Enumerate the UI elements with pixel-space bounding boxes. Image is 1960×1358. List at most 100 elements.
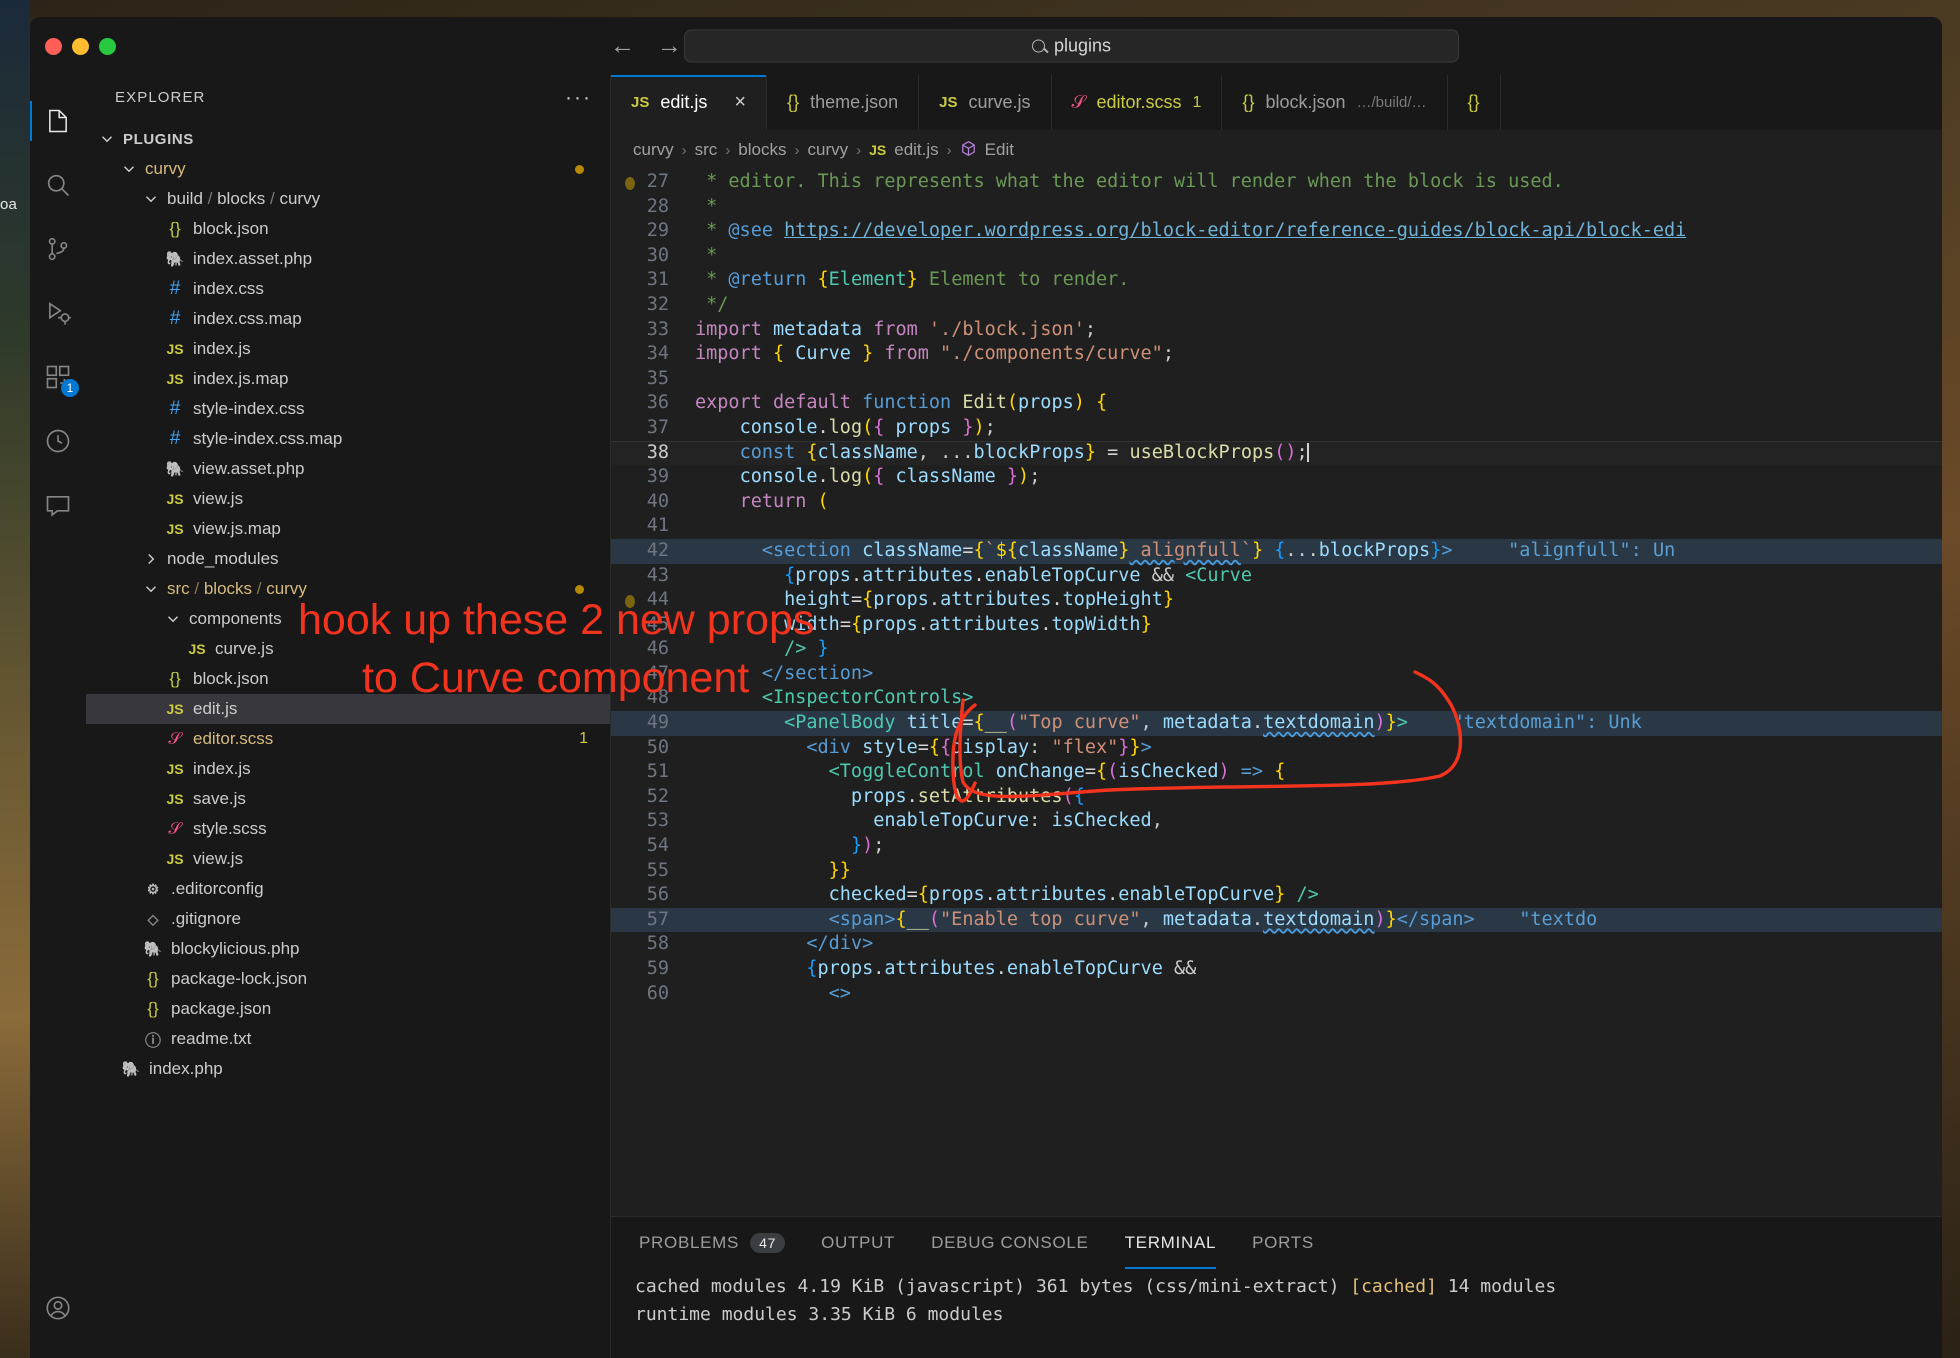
terminal-output[interactable]: cached modules 4.19 KiB (javascript) 361… xyxy=(611,1269,1942,1358)
code-line-42[interactable]: 42 <section className={`${className} ali… xyxy=(611,538,1942,564)
code-line-35[interactable]: 35 xyxy=(611,367,1942,392)
code-line-30[interactable]: 30 * xyxy=(611,244,1942,269)
go-forward-icon[interactable]: → xyxy=(657,33,682,59)
tree-item-style-scss[interactable]: 𝒮style.scss xyxy=(86,814,610,844)
editor-tabbar[interactable]: JS edit.js × {} theme.json JS curve.js 𝒮editor.… xyxy=(611,75,1942,130)
code-line-29[interactable]: 29 * @see https://developer.wordpress.or… xyxy=(611,219,1942,244)
tree-item-editor-scss[interactable]: 𝒮editor.scss 1 xyxy=(86,724,610,754)
code-line-34[interactable]: 34 import { Curve } from "./components/cu… xyxy=(611,342,1942,367)
tree-item-index-js[interactable]: JS index.js xyxy=(86,334,610,364)
editor-tab-curve-js[interactable]: JS curve.js xyxy=(919,75,1052,130)
tree-item-components[interactable]: components xyxy=(86,604,610,634)
breadcrumb-item-1[interactable]: src xyxy=(695,140,718,160)
code-line-48[interactable]: 48 <InspectorControls> xyxy=(611,686,1942,711)
breadcrumb-item-2[interactable]: blocks xyxy=(738,140,786,160)
editor-tab-edit-js[interactable]: JS edit.js × xyxy=(611,75,768,130)
tree-item-view-js[interactable]: JS view.js xyxy=(86,844,610,874)
breadcrumb-item-3[interactable]: curvy xyxy=(807,140,848,160)
code-lines[interactable]: 27 * editor. This represents what the ed… xyxy=(611,170,1942,1006)
tree-item-style-index-css[interactable]: # style-index.css xyxy=(86,394,610,424)
tree-item-block-json[interactable]: {} block.json xyxy=(86,214,610,244)
breadcrumb[interactable]: curvy › src › blocks › curvy › JS edit.j… xyxy=(611,130,1942,170)
close-tab-icon[interactable]: × xyxy=(734,91,746,114)
panel-tab-debug-console[interactable]: DEBUG CONSOLE xyxy=(931,1217,1088,1269)
close-window-button[interactable] xyxy=(45,37,62,55)
tree-item-blockylicious-php[interactable]: 🐘 blockylicious.php xyxy=(86,934,610,964)
breadcrumb-item-5[interactable]: Edit xyxy=(985,140,1014,160)
code-line-45[interactable]: 45 width={props.attributes.topWidth} xyxy=(611,613,1942,638)
code-line-38[interactable]: 38 const {className, ...blockProps} = us… xyxy=(611,440,1942,466)
code-line-31[interactable]: 31 * @return {Element} Element to render… xyxy=(611,268,1942,293)
code-line-27[interactable]: 27 * editor. This represents what the ed… xyxy=(611,170,1942,195)
tree-item-build-blocks-curvy[interactable]: build / blocks / curvy xyxy=(86,184,610,214)
code-line-40[interactable]: 40 return ( xyxy=(611,490,1942,515)
tree-item-node-modules[interactable]: node_modules xyxy=(86,544,610,574)
editor-tab-editor-scss[interactable]: 𝒮editor.scss 1 xyxy=(1051,75,1223,130)
code-line-37[interactable]: 37 console.log({ props }); xyxy=(611,416,1942,441)
command-center-search[interactable]: plugins xyxy=(684,29,1459,63)
tree-item-edit-js[interactable]: JS edit.js xyxy=(86,694,610,724)
breadcrumb-item-4[interactable]: edit.js xyxy=(894,140,938,160)
activity-item-accounts[interactable] xyxy=(30,1276,86,1340)
code-line-36[interactable]: 36 export default function Edit(props) { xyxy=(611,391,1942,416)
code-line-28[interactable]: 28 * xyxy=(611,195,1942,220)
tree-item-save-js[interactable]: JS save.js xyxy=(86,784,610,814)
code-line-56[interactable]: 56 checked={props.attributes.enableTopCu… xyxy=(611,883,1942,908)
tree-item-curvy[interactable]: curvy xyxy=(86,154,610,184)
tree-item-index-css-map[interactable]: # index.css.map xyxy=(86,304,610,334)
code-line-32[interactable]: 32 */ xyxy=(611,293,1942,318)
tree-item--editorconfig[interactable]: ⚙ .editorconfig xyxy=(86,874,610,904)
panel-tab-problems[interactable]: PROBLEMS 47 xyxy=(639,1217,786,1269)
go-back-icon[interactable]: ← xyxy=(610,33,635,59)
editor-tab-block-json[interactable]: {} block.json …/build/… xyxy=(1222,75,1448,130)
code-line-41[interactable]: 41 xyxy=(611,514,1942,539)
tree-item-index-php[interactable]: 🐘 index.php xyxy=(86,1054,610,1084)
tree-item--gitignore[interactable]: ◇ .gitignore xyxy=(86,904,610,934)
code-line-53[interactable]: 53 enableTopCurve: isChecked, xyxy=(611,809,1942,834)
editor-tab-theme-json[interactable]: {} theme.json xyxy=(767,75,920,130)
code-line-33[interactable]: 33 import metadata from './block.json'; xyxy=(611,318,1942,343)
activity-item-comments[interactable] xyxy=(30,473,86,537)
panel-tab-output[interactable]: OUTPUT xyxy=(821,1217,895,1269)
code-line-59[interactable]: 59 {props.attributes.enableTopCurve && xyxy=(611,957,1942,982)
maximize-window-button[interactable] xyxy=(99,37,116,55)
activity-item-testing[interactable] xyxy=(30,409,86,473)
code-line-49[interactable]: 49 <PanelBody title={__("Top curve", met… xyxy=(611,711,1942,736)
code-line-52[interactable]: 52 props.setAttributes({ xyxy=(611,785,1942,810)
tree-item-view-asset-php[interactable]: 🐘 view.asset.php xyxy=(86,454,610,484)
panel-tabs[interactable]: PROBLEMS 47 OUTPUT DEBUG CONSOLE TERMINAL POR… xyxy=(611,1217,1942,1269)
editor-tab-extra[interactable]: {} xyxy=(1447,75,1501,130)
file-tree[interactable]: PLUGINS curvy build / blocks / curvy {} blo… xyxy=(86,120,610,1358)
activity-item-search[interactable] xyxy=(30,153,86,217)
code-line-57[interactable]: 57 <span>{__("Enable top curve", metadat… xyxy=(611,907,1942,933)
tree-item-curve-js[interactable]: JS curve.js xyxy=(86,634,610,664)
more-actions-icon[interactable]: ··· xyxy=(565,87,592,108)
activity-item-extensions[interactable]: 1 xyxy=(30,345,86,409)
activity-item-source-control[interactable] xyxy=(30,217,86,281)
tree-item-package-json[interactable]: {} package.json xyxy=(86,994,610,1024)
panel-tab-ports[interactable]: PORTS xyxy=(1252,1217,1314,1269)
tree-item-index-asset-php[interactable]: 🐘 index.asset.php xyxy=(86,244,610,274)
tree-item-index-js-map[interactable]: JS index.js.map xyxy=(86,364,610,394)
code-editor[interactable]: 27 * editor. This represents what the ed… xyxy=(611,170,1942,1216)
tree-item-readme-txt[interactable]: ⓘ readme.txt xyxy=(86,1024,610,1054)
window-controls[interactable] xyxy=(30,37,116,55)
code-line-50[interactable]: 50 <div style={{display: "flex"}}> xyxy=(611,736,1942,761)
tree-item-view-js-map[interactable]: JS view.js.map xyxy=(86,514,610,544)
tree-item-style-index-css-map[interactable]: # style-index.css.map xyxy=(86,424,610,454)
code-line-39[interactable]: 39 console.log({ className }); xyxy=(611,465,1942,490)
tree-item-block-json[interactable]: {} block.json xyxy=(86,664,610,694)
tree-item-index-css[interactable]: # index.css xyxy=(86,274,610,304)
code-line-60[interactable]: 60 <> xyxy=(611,982,1942,1007)
tree-root-plugins[interactable]: PLUGINS xyxy=(86,124,610,154)
navigation-arrows[interactable]: ← → xyxy=(610,33,682,59)
code-line-46[interactable]: 46 /> } xyxy=(611,637,1942,662)
tree-item-package-lock-json[interactable]: {} package-lock.json xyxy=(86,964,610,994)
minimize-window-button[interactable] xyxy=(72,37,89,55)
activity-item-explorer[interactable] xyxy=(30,89,86,153)
panel-tab-terminal[interactable]: TERMINAL xyxy=(1124,1217,1217,1269)
tree-item-index-js[interactable]: JS index.js xyxy=(86,754,610,784)
tree-item-src-blocks-curvy[interactable]: src / blocks / curvy xyxy=(86,574,610,604)
code-line-55[interactable]: 55 }} xyxy=(611,859,1942,884)
code-line-58[interactable]: 58 </div> xyxy=(611,932,1942,957)
